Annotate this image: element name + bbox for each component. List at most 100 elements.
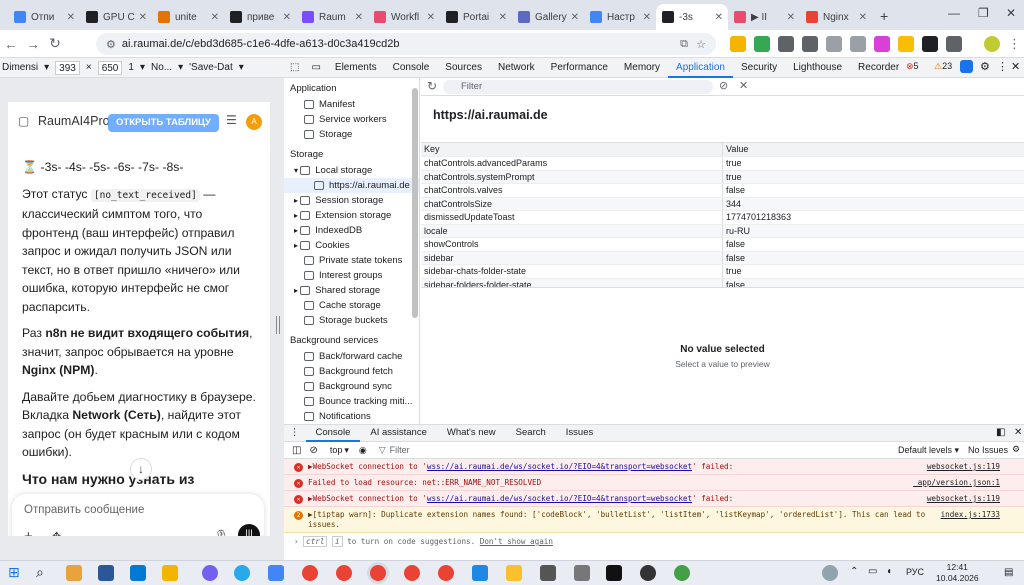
dock-icon[interactable]: ◧ bbox=[996, 427, 1005, 438]
message-link[interactable]: wss://ai.raumai.de/ws/socket.io/?EIO=4&t… bbox=[427, 494, 692, 503]
chrome-icon[interactable] bbox=[302, 565, 318, 581]
table-row[interactable]: sidebar-folders-folder-state false bbox=[421, 278, 1024, 287]
camera-icon[interactable] bbox=[850, 36, 866, 52]
bookmark-star-icon[interactable]: ☆ bbox=[696, 38, 706, 51]
clock[interactable]: 12:41 10.04.2026 bbox=[936, 562, 979, 584]
close-tab-icon[interactable]: ✕ bbox=[427, 12, 435, 23]
close-tab-icon[interactable]: ✕ bbox=[499, 12, 507, 23]
sidebar-item[interactable]: ▸ Shared storage bbox=[284, 283, 419, 298]
sidebar-item[interactable]: Storage buckets bbox=[284, 313, 419, 328]
app-icon[interactable] bbox=[268, 565, 284, 581]
sidebar-scrollbar[interactable] bbox=[412, 88, 418, 318]
browser-tab[interactable]: Workfl ✕ bbox=[368, 4, 440, 30]
issues-button[interactable]: No Issues bbox=[968, 445, 1008, 455]
volume-icon[interactable]: ◖ bbox=[886, 566, 892, 577]
app-icon[interactable] bbox=[98, 565, 114, 581]
extension-icon[interactable] bbox=[730, 36, 746, 52]
install-icon[interactable]: ⧉ bbox=[680, 38, 688, 51]
weather-icon[interactable] bbox=[822, 565, 838, 581]
close-tab-icon[interactable]: ✕ bbox=[859, 12, 867, 23]
sidebar-item[interactable]: Interest groups bbox=[284, 268, 419, 283]
puzzle-icon[interactable] bbox=[946, 36, 962, 52]
browser-tab[interactable]: Raum ✕ bbox=[296, 4, 368, 30]
app-icon[interactable] bbox=[472, 565, 488, 581]
add-icon[interactable]: + bbox=[24, 528, 33, 536]
throttle-select[interactable]: No... bbox=[151, 62, 172, 73]
devtools-tab-recorder[interactable]: Recorder bbox=[850, 58, 907, 78]
table-row[interactable]: chatControls.systemPrompt true bbox=[421, 170, 1024, 184]
dpr-select[interactable]: 1 bbox=[128, 62, 134, 73]
tray-chevron-icon[interactable]: ⌃ bbox=[850, 566, 858, 577]
section-header-storage[interactable]: Storage bbox=[284, 146, 419, 163]
app-icon[interactable] bbox=[506, 565, 522, 581]
drawer-tab[interactable]: Console bbox=[305, 424, 361, 442]
sidebar-item[interactable]: Service workers bbox=[284, 112, 419, 127]
microphone-icon[interactable]: 🎙 bbox=[214, 529, 229, 536]
new-tab-icon[interactable]: + bbox=[880, 8, 888, 24]
profile-avatar[interactable] bbox=[984, 36, 1000, 52]
table-row[interactable]: dismissedUpdateToast 1774701218363 bbox=[421, 211, 1024, 225]
devtools-tab-application[interactable]: Application bbox=[668, 58, 733, 78]
devtools-tab-console[interactable]: Console bbox=[385, 58, 438, 78]
browser-tab[interactable]: GPU C ✕ bbox=[80, 4, 152, 30]
extension-icon[interactable] bbox=[778, 36, 794, 52]
devtools-tab-security[interactable]: Security bbox=[733, 58, 785, 78]
key-column-header[interactable]: Key bbox=[421, 143, 723, 156]
sidebar-item[interactable]: Background sync bbox=[284, 379, 419, 394]
app-icon[interactable] bbox=[540, 565, 556, 581]
browser-tab[interactable]: ▶ II ✕ bbox=[728, 4, 800, 30]
sidebar-item[interactable]: Manifest bbox=[284, 97, 419, 112]
sidebar-item[interactable]: Notifications bbox=[284, 409, 419, 424]
voice-mode-button[interactable]: ||| bbox=[238, 524, 260, 536]
close-tab-icon[interactable]: ✕ bbox=[355, 12, 363, 23]
delete-selected-icon[interactable]: ✕ bbox=[739, 79, 748, 92]
table-row[interactable]: sidebar-chats-folder-state true bbox=[421, 265, 1024, 279]
browser-tab[interactable]: Gallery ✕ bbox=[512, 4, 584, 30]
chrome-icon[interactable] bbox=[370, 565, 386, 581]
open-table-button[interactable]: ОТКРЫТЬ ТАБЛИЦУ bbox=[108, 114, 219, 132]
devtools-tab-memory[interactable]: Memory bbox=[616, 58, 668, 78]
console-message[interactable]: ✕ ▶WebSocket connection to 'wss://ai.raum… bbox=[284, 491, 1024, 507]
close-drawer-icon[interactable]: ✕ bbox=[1014, 427, 1022, 438]
browser-tab[interactable]: Отпи ✕ bbox=[8, 4, 80, 30]
viber-icon[interactable] bbox=[202, 565, 218, 581]
close-tab-icon[interactable]: ✕ bbox=[643, 12, 651, 23]
close-tab-icon[interactable]: ✕ bbox=[139, 12, 147, 23]
sidebar-item[interactable]: ▸ IndexedDB bbox=[284, 223, 419, 238]
close-tab-icon[interactable]: ✕ bbox=[571, 12, 579, 23]
devtools-tab-sources[interactable]: Sources bbox=[437, 58, 490, 78]
section-header-background-services[interactable]: Background services bbox=[284, 332, 419, 349]
sidebar-toggle-icon[interactable]: ▢ bbox=[18, 114, 29, 128]
gear-icon[interactable]: ⚙ bbox=[980, 60, 990, 73]
devtools-tab-lighthouse[interactable]: Lighthouse bbox=[785, 58, 850, 78]
language-indicator[interactable]: РУС bbox=[906, 567, 924, 577]
avatar[interactable]: A bbox=[246, 114, 262, 130]
reload-icon[interactable]: ↻ bbox=[44, 35, 66, 52]
minimize-icon[interactable]: — bbox=[948, 6, 960, 20]
sidebar-item[interactable]: Bounce tracking miti... bbox=[284, 394, 419, 409]
sidebar-item[interactable]: Background fetch bbox=[284, 364, 419, 379]
section-header-application[interactable]: Application bbox=[284, 80, 419, 97]
chatgpt-icon[interactable] bbox=[640, 565, 656, 581]
close-tab-icon[interactable]: ✕ bbox=[787, 12, 795, 23]
sidebar-item[interactable]: ▸ Extension storage bbox=[284, 208, 419, 223]
sidebar-item[interactable]: ▸ Cookies bbox=[284, 238, 419, 253]
more-options-icon[interactable]: ⋮ bbox=[997, 60, 1008, 73]
gear-icon[interactable]: ⚙ bbox=[1012, 444, 1020, 455]
table-row[interactable]: locale ru-RU bbox=[421, 224, 1024, 238]
console-message[interactable]: ✕ Failed to load resource: net::ERR_NAME_… bbox=[284, 475, 1024, 491]
restore-icon[interactable]: ❐ bbox=[978, 6, 989, 20]
notifications-icon[interactable]: ▤ bbox=[1004, 567, 1013, 578]
console-message[interactable]: 2 ▶[tiptap warn]: Duplicate extension nam… bbox=[284, 507, 1024, 533]
chrome-icon[interactable] bbox=[336, 565, 352, 581]
value-column-header[interactable]: Value bbox=[723, 143, 748, 156]
browser-tab[interactable]: unite ✕ bbox=[152, 4, 224, 30]
context-select[interactable]: top bbox=[330, 445, 343, 455]
scroll-down-button[interactable]: ↓ bbox=[130, 458, 152, 480]
browser-tab[interactable]: Portai ✕ bbox=[440, 4, 512, 30]
chrome-icon[interactable] bbox=[404, 565, 420, 581]
sidebar-item[interactable]: Cache storage bbox=[284, 298, 419, 313]
width-input[interactable]: 393 bbox=[55, 60, 80, 75]
address-bar[interactable]: ⚙ ai.raumai.de/c/ebd3d685-c1e6-4dfe-a613… bbox=[96, 33, 716, 55]
dont-show-again-link[interactable]: Don't show again bbox=[480, 537, 553, 546]
